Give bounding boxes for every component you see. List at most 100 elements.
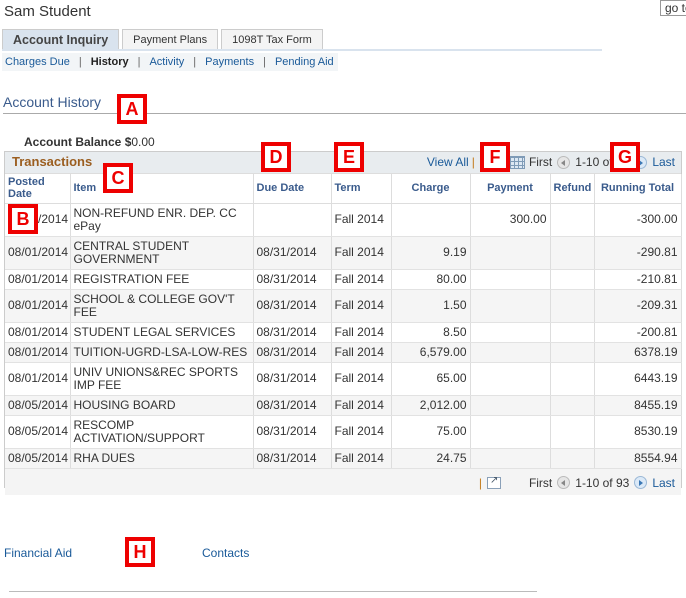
cell-posted-date: 08/05/2014	[5, 395, 71, 416]
subnav-separator: |	[263, 56, 266, 68]
table-row[interactable]: 08/01/2014 TUITION-UGRD-LSA-LOW-RES 08/31/…	[5, 342, 682, 363]
previous-page-icon[interactable]	[557, 476, 571, 489]
view-all-link[interactable]: View All	[427, 155, 469, 169]
cell-charge: 75.00	[391, 415, 471, 449]
table-row[interactable]: 08/05/2014 HOUSING BOARD 08/31/2014 Fall 20…	[5, 395, 682, 416]
cell-payment	[470, 236, 551, 270]
table-row[interactable]: 08/01/2014 STUDENT LEGAL SERVICES 08/31/20…	[5, 322, 682, 343]
col-term[interactable]: Term	[331, 174, 392, 204]
cell-refund	[550, 448, 595, 469]
cell-term: Fall 2014	[331, 395, 392, 416]
account-balance-label: Account Balance $	[24, 135, 132, 149]
bottom-divider	[9, 591, 537, 592]
last-link[interactable]: Last	[652, 476, 675, 490]
cell-payment	[470, 415, 551, 449]
cell-term: Fall 2014	[331, 203, 392, 237]
next-page-icon[interactable]	[634, 476, 648, 489]
col-running-total[interactable]: Running Total	[594, 174, 682, 204]
cell-refund	[550, 415, 595, 449]
first-link[interactable]: First	[529, 476, 552, 490]
tab-payment-plans[interactable]: Payment Plans	[122, 29, 219, 50]
cell-term: Fall 2014	[331, 289, 392, 323]
first-link[interactable]: First	[529, 155, 552, 169]
annotation-marker-d: D	[261, 142, 291, 172]
cell-running-total: -209.31	[594, 289, 682, 323]
account-balance-value: 0.00	[131, 135, 155, 149]
table-row[interactable]: 08/05/2014 RHA DUES 08/31/2014 Fall 2014 24.…	[5, 448, 682, 469]
col-refund[interactable]: Refund	[550, 174, 595, 204]
cell-item: HOUSING BOARD	[70, 395, 254, 416]
cell-refund	[550, 362, 595, 396]
cell-running-total: 8455.19	[594, 395, 682, 416]
cell-due-date: 08/31/2014	[253, 448, 332, 469]
financial-aid-link[interactable]: Financial Aid	[4, 546, 72, 560]
cell-payment	[470, 269, 551, 290]
cell-refund	[550, 269, 595, 290]
title-divider	[3, 113, 686, 114]
col-payment[interactable]: Payment	[470, 174, 551, 204]
cell-term: Fall 2014	[331, 322, 392, 343]
cell-posted-date: 08/01/2014	[5, 362, 71, 396]
cell-posted-date: 08/01/2014	[5, 342, 71, 363]
cell-term: Fall 2014	[331, 362, 392, 396]
cell-running-total: -200.81	[594, 322, 682, 343]
subnav-payments[interactable]: Payments	[205, 53, 254, 71]
table-row[interactable]: 08/01/2014 REGISTRATION FEE 08/31/2014 Fall…	[5, 269, 682, 290]
cell-charge: 65.00	[391, 362, 471, 396]
cell-posted-date: 08/01/2014	[5, 236, 71, 270]
sub-navigation: Charges Due | History | Activity | Payme…	[2, 53, 338, 71]
cell-payment: 300.00	[470, 203, 551, 237]
cell-charge: 80.00	[391, 269, 471, 290]
col-charge[interactable]: Charge	[391, 174, 471, 204]
table-row[interactable]: 08/01/2014 UNIV UNIONS&REC SPORTS IMP FEE…	[5, 362, 682, 396]
annotation-marker-a: A	[117, 94, 147, 124]
table-row[interactable]: 08/01/2014 NON-REFUND ENR. DEP. CC ePay Fa…	[5, 203, 682, 237]
cell-running-total: -290.81	[594, 236, 682, 270]
zoom-grid-icon[interactable]	[486, 475, 501, 489]
col-item[interactable]: Item	[70, 174, 254, 204]
account-balance: Account Balance $0.00	[24, 135, 155, 149]
table-row[interactable]: 08/01/2014 SCHOOL & COLLEGE GOV'T FEE 08/3…	[5, 289, 682, 323]
subnav-separator: |	[193, 56, 197, 68]
contacts-link[interactable]: Contacts	[202, 546, 249, 560]
grid-title: Transactions	[12, 154, 93, 169]
table-row[interactable]: 08/01/2014 CENTRAL STUDENT GOVERNMENT 08/3…	[5, 236, 682, 270]
tab-account-inquiry[interactable]: Account Inquiry	[2, 29, 120, 50]
go-to-dropdown[interactable]: go to	[660, 0, 686, 16]
subnav-activity[interactable]: Activity	[149, 53, 184, 71]
cell-posted-date: 08/01/2014	[5, 322, 71, 343]
cell-refund	[550, 203, 595, 237]
col-posted-date[interactable]: Posted Date	[5, 174, 71, 204]
annotation-marker-e: E	[334, 142, 364, 172]
cell-posted-date: 08/01/2014	[5, 269, 71, 290]
subnav-charges-due[interactable]: Charges Due	[5, 53, 70, 71]
cell-running-total: -210.81	[594, 269, 682, 290]
cell-due-date: 08/31/2014	[253, 342, 332, 363]
tab-1098t-tax-form[interactable]: 1098T Tax Form	[221, 29, 323, 50]
cell-term: Fall 2014	[331, 269, 392, 290]
download-grid-icon[interactable]	[508, 155, 525, 169]
table-row[interactable]: 08/05/2014 RESCOMP ACTIVATION/SUPPORT 08/3…	[5, 415, 682, 449]
cell-payment	[470, 448, 551, 469]
annotation-marker-h: H	[125, 537, 155, 567]
last-link[interactable]: Last	[652, 155, 675, 169]
cell-refund	[550, 395, 595, 416]
cell-term: Fall 2014	[331, 415, 392, 449]
subnav-separator: |	[78, 56, 82, 68]
cell-refund	[550, 342, 595, 363]
subnav-separator: |	[137, 56, 141, 68]
cell-item: TUITION-UGRD-LSA-LOW-RES	[70, 342, 254, 363]
grid-nav-bottom: | First 1-10 of 93 Last	[476, 475, 675, 490]
cell-running-total: 8554.94	[594, 448, 682, 469]
cell-payment	[470, 322, 551, 343]
cell-running-total: -300.00	[594, 203, 682, 237]
subnav-history[interactable]: History	[91, 53, 129, 71]
col-due-date[interactable]: Due Date	[253, 174, 332, 204]
cell-charge: 2,012.00	[391, 395, 471, 416]
transactions-table: Posted Date Item Due Date Term Charge Pa…	[5, 174, 682, 469]
cell-due-date: 08/31/2014	[253, 415, 332, 449]
cell-payment	[470, 289, 551, 323]
previous-page-icon[interactable]	[557, 155, 571, 169]
subnav-pending-aid[interactable]: Pending Aid	[275, 53, 334, 71]
cell-payment	[470, 342, 551, 363]
